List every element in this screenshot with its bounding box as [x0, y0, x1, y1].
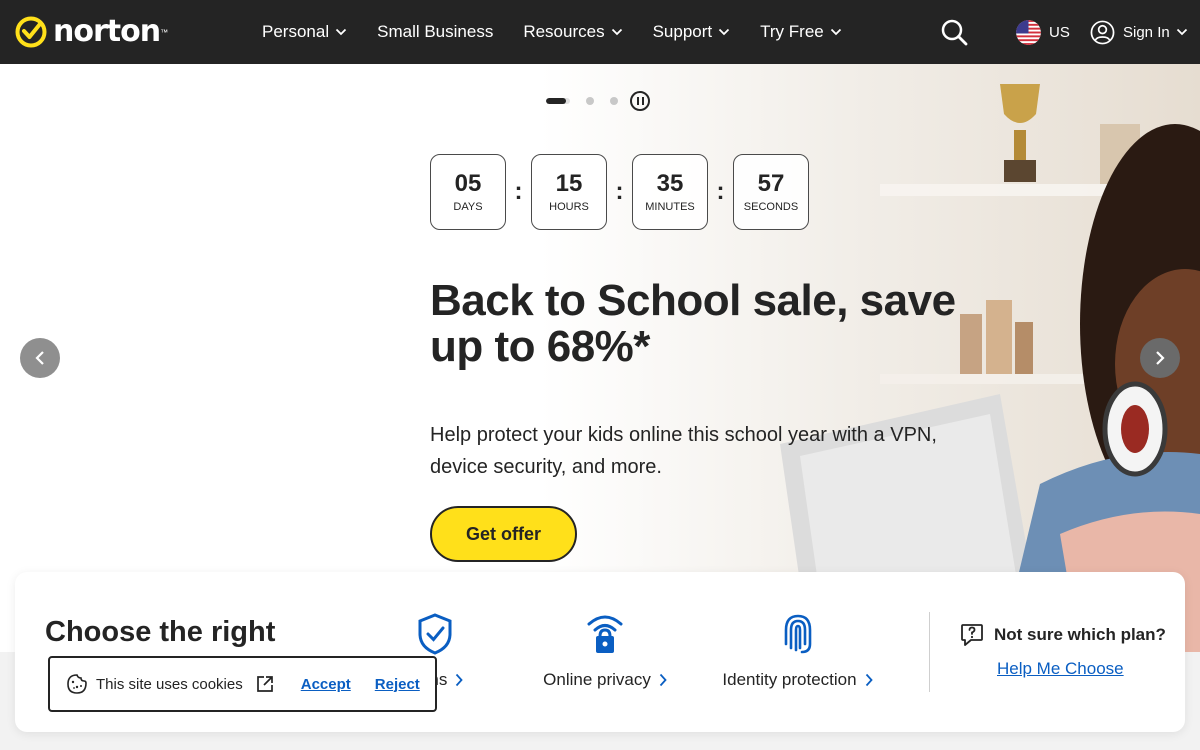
user-icon: [1090, 20, 1115, 44]
countdown-hours-label: HOURS: [549, 201, 589, 214]
not-sure-text: Not sure which plan?: [994, 625, 1166, 644]
chevron-down-icon: [335, 28, 347, 36]
not-sure-question: Not sure which plan?: [960, 622, 1166, 648]
online-privacy-label: Online privacy: [543, 670, 651, 689]
nav-personal-label: Personal: [262, 22, 330, 41]
main-nav: Personal Small Business Resources Suppor…: [262, 0, 872, 64]
countdown-days: 05 DAYS: [430, 154, 506, 230]
region-selector[interactable]: US: [1016, 19, 1070, 45]
countdown-separator: :: [716, 178, 725, 205]
countdown-days-value: 05: [454, 169, 482, 197]
chevron-right-icon: [865, 673, 873, 687]
nav-small-business[interactable]: Small Business: [377, 22, 493, 42]
identity-protection-link[interactable]: Identity protection: [720, 612, 875, 690]
carousel-dot[interactable]: [610, 97, 618, 105]
chevron-down-icon: [719, 28, 730, 36]
identity-protection-label: Identity protection: [722, 670, 857, 689]
plan-chooser-title: Choose the right: [45, 616, 276, 648]
countdown-days-label: DAYS: [453, 201, 483, 214]
external-link-icon[interactable]: [255, 674, 275, 694]
nav-support-label: Support: [652, 22, 713, 41]
countdown-timer: 05 DAYS : 15 HOURS : 35 MINUTES : 57 SEC…: [430, 154, 809, 230]
countdown-seconds: 57 SECONDS: [733, 154, 809, 230]
search-icon[interactable]: [940, 18, 968, 46]
chevron-right-icon: [659, 673, 667, 687]
cookie-banner: This site uses cookies Accept Reject: [48, 656, 437, 712]
question-bubble-icon: [961, 624, 983, 646]
carousel-progress: [546, 98, 566, 104]
countdown-minutes: 35 MINUTES: [632, 154, 708, 230]
chevron-right-icon: [456, 673, 464, 687]
carousel-pause-button[interactable]: [630, 91, 650, 111]
nav-support[interactable]: Support: [653, 22, 731, 42]
nav-small-business-label: Small Business: [377, 22, 494, 41]
plan-card-divider: [929, 612, 930, 692]
cookie-icon: [67, 674, 87, 694]
countdown-hours: 15 HOURS: [531, 154, 607, 230]
hero-banner: 05 DAYS : 15 HOURS : 35 MINUTES : 57 SEC…: [0, 64, 1200, 652]
us-flag-icon: [1016, 19, 1041, 45]
nav-resources[interactable]: Resources: [523, 22, 622, 42]
nav-try-free[interactable]: Try Free: [760, 22, 842, 42]
countdown-minutes-label: MINUTES: [645, 201, 695, 214]
wifi-lock-icon: [587, 615, 623, 653]
pause-icon-bar: [636, 97, 639, 105]
online-privacy-label-row: Online privacy: [543, 670, 667, 690]
shield-check-icon: [418, 613, 452, 655]
cookie-accept-button[interactable]: Accept: [301, 676, 351, 693]
hero-subtext: Help protect your kids online this schoo…: [430, 424, 937, 478]
carousel-dot-active[interactable]: [546, 98, 570, 104]
nav-try-free-label: Try Free: [760, 22, 824, 41]
get-offer-button[interactable]: Get offer: [430, 506, 577, 562]
chevron-down-icon: [1176, 28, 1187, 36]
cookie-reject-button[interactable]: Reject: [375, 676, 420, 693]
help-me-choose-link[interactable]: Help Me Choose: [997, 659, 1124, 679]
cookie-text: This site uses cookies: [96, 675, 243, 693]
chevron-down-icon: [830, 28, 841, 36]
fingerprint-icon: [784, 614, 811, 654]
logo-text: norton: [53, 14, 161, 49]
chevron-right-icon: [1156, 351, 1165, 365]
countdown-seconds-label: SECONDS: [743, 201, 799, 214]
region-label: US: [1049, 23, 1070, 41]
sign-in-button[interactable]: Sign In: [1090, 19, 1188, 45]
nav-resources-label: Resources: [523, 22, 605, 41]
nav-personal[interactable]: Personal: [262, 22, 347, 42]
online-privacy-link[interactable]: Online privacy: [540, 612, 670, 690]
trademark-icon: ™: [160, 27, 169, 37]
carousel-prev-button[interactable]: [20, 338, 60, 378]
carousel-indicators: [546, 91, 650, 111]
countdown-hours-value: 15: [555, 169, 583, 197]
pause-icon-bar: [641, 97, 644, 105]
identity-protection-label-row: Identity protection: [722, 670, 873, 690]
site-header: norton ™ Personal Small Business Resource…: [0, 0, 1200, 64]
norton-check-icon: [15, 16, 47, 48]
carousel-dot[interactable]: [586, 97, 594, 105]
countdown-separator: :: [615, 178, 624, 205]
hero-headline: Back to School sale, save up to 68%*: [430, 276, 956, 371]
chevron-down-icon: [611, 28, 622, 36]
countdown-separator: :: [514, 178, 523, 205]
chevron-left-icon: [35, 351, 44, 365]
sign-in-label: Sign In: [1123, 23, 1170, 41]
countdown-seconds-value: 57: [757, 169, 785, 197]
carousel-next-button[interactable]: [1140, 338, 1180, 378]
norton-logo[interactable]: norton ™: [15, 14, 168, 50]
countdown-minutes-value: 35: [656, 169, 684, 197]
